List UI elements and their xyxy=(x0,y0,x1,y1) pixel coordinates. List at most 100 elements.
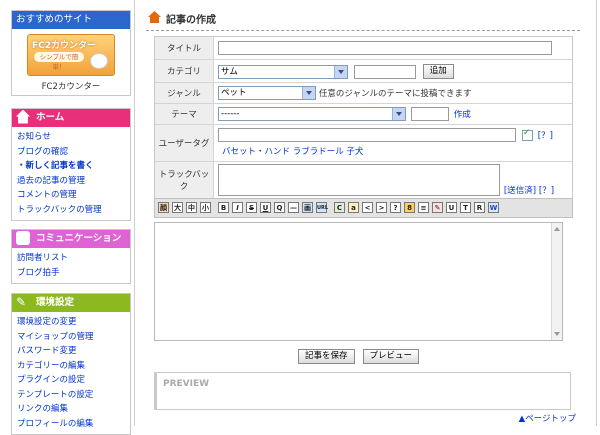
create-theme-link[interactable]: 作成 xyxy=(454,108,471,120)
list-button[interactable]: ≡ xyxy=(418,202,429,213)
page-title: 記事の作成 xyxy=(166,15,216,26)
category-select[interactable]: サム xyxy=(218,64,348,79)
title-label: タイトル xyxy=(155,37,214,59)
row-title: タイトル xyxy=(155,37,572,60)
new-theme-input[interactable] xyxy=(410,107,449,121)
chevron-down-icon xyxy=(334,65,347,78)
title-input[interactable] xyxy=(218,41,552,55)
trackback-help-link[interactable]: [？] xyxy=(539,184,554,196)
body-textarea[interactable] xyxy=(154,222,563,341)
scroll-up-icon[interactable] xyxy=(554,227,560,231)
font-small-button[interactable]: 小 xyxy=(200,202,211,213)
usertag-label: ユーザータグ xyxy=(155,125,214,161)
usertag-help-link[interactable]: [？] xyxy=(538,129,553,141)
sidebar-item-new-post[interactable]: ・新しく記事を書く xyxy=(17,159,125,174)
mascot-icon xyxy=(90,53,108,69)
communication-box: コミュニケーション 訪問者リスト ブログ拍手 xyxy=(11,229,131,284)
font-medium-button[interactable]: 中 xyxy=(186,202,197,213)
fc2-counter-banner[interactable]: FC2カウンター シンプルで簡単！ xyxy=(27,34,115,76)
row-theme: テーマ ------ 作成 xyxy=(155,104,572,125)
sidebar-item-comments[interactable]: コメントの管理 xyxy=(17,188,125,203)
reference-button[interactable]: R xyxy=(474,202,485,213)
row-genre: ジャンル ペット 任意のジャンルのテーマに投稿できます xyxy=(155,83,572,104)
fc2-banner-title: FC2カウンター xyxy=(32,41,97,51)
fc2-counter-link[interactable]: FC2カウンター xyxy=(12,80,130,92)
recommend-header: おすすめのサイト xyxy=(12,11,130,29)
chevron-down-icon xyxy=(302,87,315,99)
recommend-box: おすすめのサイト FC2カウンター シンプルで簡単！ FC2カウンター xyxy=(11,10,131,96)
sidebar-item-plugins[interactable]: プラグインの設定 xyxy=(17,373,125,388)
underline-button[interactable]: U xyxy=(260,202,271,213)
sidebar-item-trackbacks[interactable]: トラックバックの管理 xyxy=(17,203,125,218)
add-category-button[interactable]: 追加 xyxy=(422,64,454,79)
editor-scrollbar[interactable] xyxy=(551,223,562,340)
action-buttons: 記事を保存 プレビュー xyxy=(298,349,427,364)
new-category-input[interactable] xyxy=(353,64,416,79)
page-top-link[interactable]: ▲ページトップ xyxy=(519,412,576,424)
home-header: ホーム xyxy=(12,109,130,127)
settings-box: ✎ 環境設定 環境設定の変更 マイショップの管理 パスワード変更 カテゴリーの編集… xyxy=(11,293,131,435)
usertag-checkbox[interactable] xyxy=(521,128,533,141)
edit-button[interactable]: ✎ xyxy=(432,202,443,213)
font-large-button[interactable]: 大 xyxy=(172,202,183,213)
trackback-label: トラックバック xyxy=(155,162,214,198)
quote-button[interactable]: Q xyxy=(274,202,285,213)
save-post-button[interactable]: 記事を保存 xyxy=(298,349,355,364)
theme-select[interactable]: ------ xyxy=(218,107,406,121)
strike-button[interactable]: S xyxy=(246,202,257,213)
sidebar-item-templates[interactable]: テンプレートの設定 xyxy=(17,388,125,403)
template-button[interactable]: T xyxy=(460,202,471,213)
usertag-input[interactable] xyxy=(218,128,516,142)
help-button[interactable]: ? xyxy=(390,202,401,213)
preview-button[interactable]: プレビュー xyxy=(362,349,420,364)
hr-button[interactable]: — xyxy=(288,202,299,213)
scroll-down-icon[interactable] xyxy=(554,332,560,336)
row-usertag: ユーザータグ [？] バセット・ハンド ラブラドール 子犬 xyxy=(155,125,572,162)
row-trackback: トラックバック [送信済] [？] xyxy=(155,162,572,198)
trackback-textarea[interactable] xyxy=(218,164,500,196)
sidebar-item-myshop[interactable]: マイショップの管理 xyxy=(17,330,125,345)
upload-button[interactable]: U xyxy=(446,202,457,213)
tag-open-button[interactable]: < xyxy=(362,202,373,213)
sidebar-item-past-posts[interactable]: 過去の記事の管理 xyxy=(17,174,125,189)
row-category: カテゴリ サム 追加 xyxy=(155,60,572,83)
preview-box: PREVIEW xyxy=(154,372,571,410)
sidebar-item-visitors[interactable]: 訪問者リスト xyxy=(17,251,125,266)
genre-label: ジャンル xyxy=(155,83,214,103)
sidebar-item-news[interactable]: お知らせ xyxy=(17,130,125,145)
sidebar-item-env-settings[interactable]: 環境設定の変更 xyxy=(17,315,125,330)
sidebar-divider xyxy=(134,0,135,426)
settings-header: ✎ 環境設定 xyxy=(12,294,130,312)
sidebar-item-links[interactable]: リンクの編集 xyxy=(17,402,125,417)
usertag-suggestions[interactable]: バセット・ハンド ラブラドール 子犬 xyxy=(222,145,568,157)
communication-header-label: コミュニケーション xyxy=(36,233,122,244)
sidebar-item-profile[interactable]: プロフィールの編集 xyxy=(17,417,125,432)
home-header-label: ホーム xyxy=(36,112,65,123)
right-divider xyxy=(596,0,597,426)
emoticon-button[interactable]: 顔 xyxy=(158,202,169,213)
genre-select[interactable]: ペット xyxy=(218,86,316,100)
bold-button[interactable]: B xyxy=(218,202,229,213)
main-content: 記事の作成 タイトル カテゴリ サム 追加 ジャンル ペット 任意のジャンルのテ… xyxy=(146,0,586,426)
home-icon xyxy=(16,109,30,124)
sidebar-item-password[interactable]: パスワード変更 xyxy=(17,344,125,359)
color-button[interactable]: C xyxy=(334,202,345,213)
home-box: ホーム お知らせ ブログの確認 ・新しく記事を書く 過去の記事の管理 コメントの… xyxy=(11,108,131,221)
preview-label: PREVIEW xyxy=(163,379,210,389)
communication-header: コミュニケーション xyxy=(12,230,130,248)
image-button[interactable]: 画 xyxy=(302,202,313,213)
sidebar-item-blog-check[interactable]: ブログの確認 xyxy=(17,145,125,160)
sidebar-item-category-edit[interactable]: カテゴリーの編集 xyxy=(17,359,125,374)
editor-toolbar: 顔 大 中 小 B I S U Q — 画 URL C a < > ? 8 ≡ … xyxy=(154,198,573,218)
italic-button[interactable]: I xyxy=(232,202,243,213)
word-button[interactable]: W xyxy=(488,202,499,213)
sidebar: おすすめのサイト FC2カウンター シンプルで簡単！ FC2カウンター ホーム … xyxy=(0,0,134,435)
tag-close-button[interactable]: > xyxy=(376,202,387,213)
url-button[interactable]: URL xyxy=(316,202,328,213)
music-button[interactable]: 8 xyxy=(404,202,415,213)
trackback-sent-link[interactable]: [送信済] xyxy=(504,184,536,196)
page-title-bar: 記事の作成 xyxy=(146,8,580,31)
sidebar-item-clap[interactable]: ブログ拍手 xyxy=(17,266,125,281)
people-icon xyxy=(16,230,30,245)
anchor-button[interactable]: a xyxy=(348,202,359,213)
